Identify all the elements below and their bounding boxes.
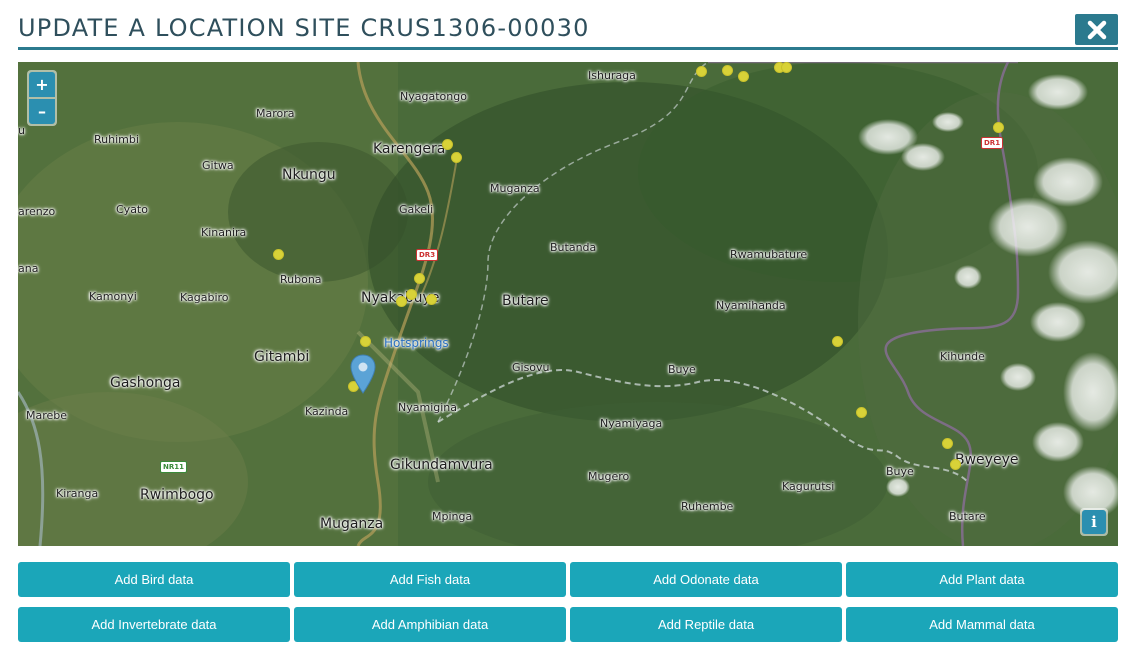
map-label: Ruhimbi: [94, 133, 139, 146]
map-info-button[interactable]: i: [1080, 508, 1108, 536]
map-label: Ishuraga: [588, 69, 636, 82]
road-shield: DR1: [981, 137, 1004, 149]
map-label: u: [18, 124, 25, 137]
map-label: Marora: [256, 107, 295, 120]
road-shield: NR11: [160, 461, 187, 473]
site-marker-dot[interactable]: [722, 65, 733, 76]
site-marker-dot[interactable]: [781, 62, 792, 73]
map-label: Marebe: [26, 409, 68, 422]
site-marker-dot[interactable]: [950, 459, 961, 470]
map-label: Kagabiro: [180, 291, 229, 304]
site-marker-dot[interactable]: [738, 71, 749, 82]
map-label: Gikundamvura: [390, 457, 493, 473]
map-label: Gakeli: [399, 203, 434, 216]
map-label: Rwamubature: [730, 248, 808, 261]
zoom-control: + –: [27, 70, 57, 126]
map-label: Gisovu: [512, 361, 550, 374]
site-marker-dot[interactable]: [993, 122, 1004, 133]
dialog-title: UPDATE A LOCATION SITE CRUS1306-00030: [18, 14, 590, 42]
map-label: Butare: [502, 293, 549, 309]
add-reptile-data-button[interactable]: Add Reptile data: [570, 607, 842, 642]
close-icon: [1087, 20, 1106, 39]
road-shield: DR3: [416, 249, 439, 261]
map-label: Kagurutsi: [782, 480, 835, 493]
zoom-out-button[interactable]: –: [29, 99, 55, 124]
site-marker-dot[interactable]: [360, 336, 371, 347]
site-marker-dot[interactable]: [426, 294, 437, 305]
add-odonate-data-button[interactable]: Add Odonate data: [570, 562, 842, 597]
map-label: Buye: [668, 363, 696, 376]
map-label: Kiranga: [56, 487, 99, 500]
map-label: Gitambi: [254, 349, 310, 365]
site-marker-dot[interactable]: [406, 289, 417, 300]
site-marker-dot[interactable]: [396, 296, 407, 307]
map-label: arenzo: [18, 205, 56, 218]
site-marker-dot[interactable]: [696, 66, 707, 77]
map-label: Nyamihanda: [716, 299, 786, 312]
map-label: Buye: [886, 465, 914, 478]
map-label: Gashonga: [110, 375, 181, 391]
dialog-header: UPDATE A LOCATION SITE CRUS1306-00030: [18, 8, 1118, 50]
add-mammal-data-button[interactable]: Add Mammal data: [846, 607, 1118, 642]
site-marker-dot[interactable]: [442, 139, 453, 150]
map-label: Nyamiyaga: [600, 417, 663, 430]
map-label: Rubona: [280, 273, 322, 286]
map-label: Mugero: [588, 470, 630, 483]
map-imagery: [18, 62, 1118, 546]
add-invertebrate-data-button[interactable]: Add Invertebrate data: [18, 607, 290, 642]
site-marker-dot[interactable]: [414, 273, 425, 284]
info-icon: i: [1082, 510, 1106, 534]
map-label: Nyagatongo: [400, 90, 467, 103]
map-label: Butare: [949, 510, 986, 523]
map-label: Kihunde: [940, 350, 985, 363]
add-plant-data-button[interactable]: Add Plant data: [846, 562, 1118, 597]
map-label-hotsprings: Hotsprings: [384, 336, 449, 350]
site-marker-dot[interactable]: [832, 336, 843, 347]
map-label: Bweyeye: [955, 452, 1019, 468]
map-label: Kinanira: [201, 226, 247, 239]
location-pin-icon[interactable]: [350, 354, 376, 394]
map-label: Mpinga: [432, 510, 473, 523]
map-label: Muganza: [320, 516, 384, 532]
map-label: Nyamigina: [398, 401, 458, 414]
map-label: Rwimbogo: [140, 487, 214, 503]
add-data-buttons: Add Bird data Add Fish data Add Odonate …: [18, 562, 1118, 642]
map-label: Nkungu: [282, 167, 336, 183]
add-amphibian-data-button[interactable]: Add Amphibian data: [294, 607, 566, 642]
add-bird-data-button[interactable]: Add Bird data: [18, 562, 290, 597]
site-marker-dot[interactable]: [273, 249, 284, 260]
site-marker-dot[interactable]: [856, 407, 867, 418]
map-label: Cyato: [116, 203, 148, 216]
site-marker-dot[interactable]: [451, 152, 462, 163]
map-label: Gitwa: [202, 159, 234, 172]
map-label: Ruhembe: [681, 500, 734, 513]
map-label: ana: [18, 262, 39, 275]
add-fish-data-button[interactable]: Add Fish data: [294, 562, 566, 597]
map-label: Kamonyi: [89, 290, 137, 303]
map-label: Karengera: [373, 141, 446, 157]
map-label: Kazinda: [305, 405, 349, 418]
zoom-in-button[interactable]: +: [29, 72, 55, 97]
satellite-map[interactable]: Ishuraga Nyagatongo Marora Ruhimbi Karen…: [18, 62, 1118, 546]
map-label: Butanda: [550, 241, 597, 254]
map-label: Muganza: [490, 182, 540, 195]
site-marker-dot[interactable]: [942, 438, 953, 449]
close-button[interactable]: [1075, 14, 1118, 45]
